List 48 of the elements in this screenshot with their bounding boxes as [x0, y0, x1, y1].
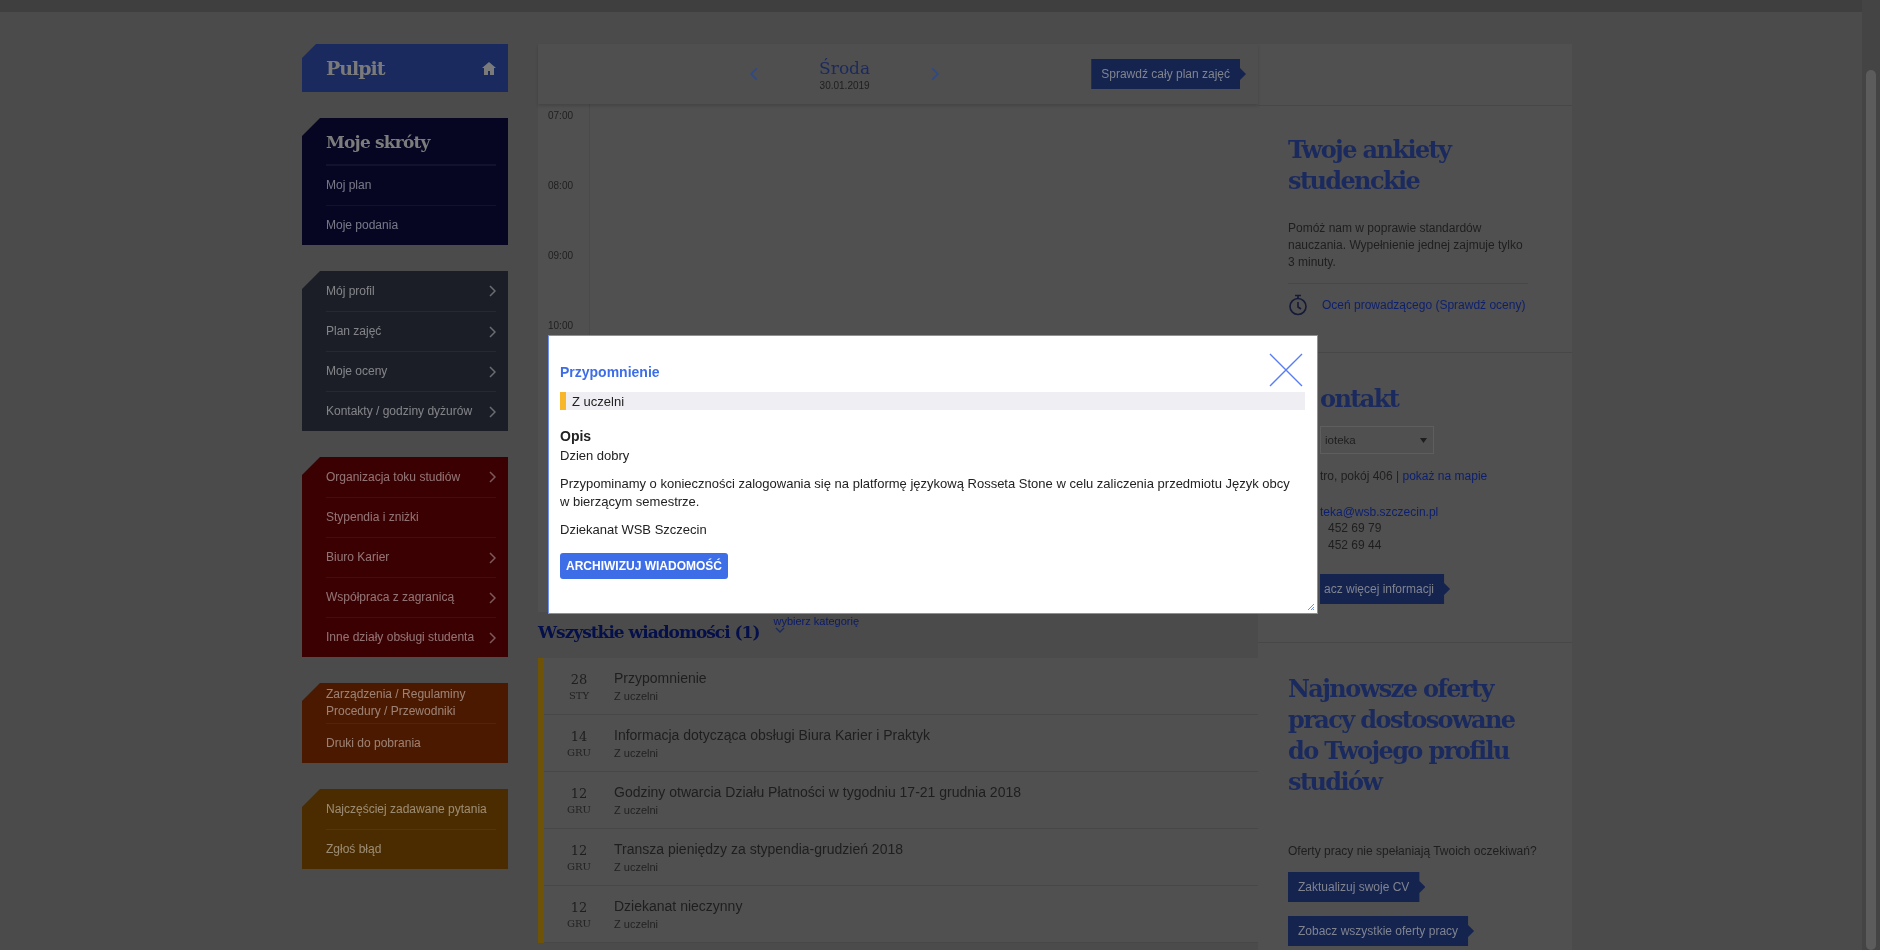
dialog-paragraph: Dzien dobry [560, 447, 631, 465]
menu-item[interactable]: Stypendia i zniżki [326, 497, 496, 537]
chevron-right-icon [488, 405, 496, 418]
category-label: Z uczelni [560, 392, 1305, 410]
chevron-right-icon [488, 551, 496, 564]
menu-item[interactable]: Organizacja toku studiów [326, 457, 496, 497]
close-icon[interactable] [1269, 353, 1303, 387]
jobs-button[interactable]: Zaktualizuj swoje CV [1288, 872, 1426, 902]
dialog-paragraph: Dziekanat WSB Szczecin [560, 521, 708, 539]
menu-item[interactable]: Moje oceny [326, 351, 496, 391]
menu-item[interactable]: Zgłoś błąd [326, 829, 496, 869]
chevron-right-icon [488, 471, 496, 483]
chevron-right-icon [488, 365, 496, 378]
home-link[interactable]: Pulpit [302, 44, 508, 92]
menu-item[interactable]: Kontakty / godziny dyżurów [326, 391, 496, 431]
more-info-button[interactable]: acz więcej informacji [1320, 574, 1451, 604]
chevron-right-icon [488, 325, 496, 338]
resize-grip-icon [1307, 603, 1315, 611]
dropdown-caret-icon [1420, 437, 1427, 443]
stopwatch-icon [1288, 294, 1308, 316]
jobs-button[interactable]: Zobacz wszystkie oferty pracy [1288, 916, 1475, 946]
menu-item[interactable]: Druki do pobrania [326, 723, 496, 763]
menu-item[interactable]: Inne działy obsługi studenta [326, 617, 496, 657]
menu-item[interactable]: Biuro Karier [326, 537, 496, 577]
chevron-right-icon [488, 591, 496, 604]
chevron-right-icon [488, 285, 496, 297]
dialog-paragraph: Przypominamy o konieczności zalogowania się na platformę językową Rosseta Stone w celu zaliczenia przedmiotu Język obcy w bierzącym semestrze. [560, 475, 1291, 511]
chevron-right-icon [930, 67, 940, 81]
dialog-title: Przypomnienie [560, 364, 661, 380]
section-heading: Opis [560, 428, 593, 444]
chevron-right-icon [488, 631, 496, 644]
chevron-left-icon [750, 67, 760, 81]
previous-day-button[interactable] [750, 67, 760, 81]
menu-item[interactable]: Moje podania [326, 205, 496, 245]
chevron-down-icon [775, 627, 786, 634]
archive-button[interactable]: ARCHIWIZUJ WIADOMOŚĆ [560, 553, 728, 579]
menu-item[interactable]: Najczęściej zadawane pytania [326, 789, 496, 829]
home-icon [482, 61, 496, 75]
menu-item[interactable]: Zarządzenia / Regulaminy Procedury / Przewodniki [326, 683, 496, 723]
scrollbar[interactable] [1862, 0, 1880, 950]
section-title: Wszystkie wiadomości (1) [538, 622, 760, 642]
menu-item[interactable]: Plan zajęć [326, 311, 496, 351]
menu-item[interactable]: Moj plan [326, 165, 496, 205]
panel-title: Moje skróty [326, 118, 496, 165]
next-day-button[interactable] [930, 67, 940, 81]
menu-item[interactable]: Mój profil [326, 271, 496, 311]
menu-item[interactable]: Współpraca z zagranicą [326, 577, 496, 617]
full-schedule-button[interactable]: Sprawdź cały plan zajęć [1091, 59, 1246, 89]
